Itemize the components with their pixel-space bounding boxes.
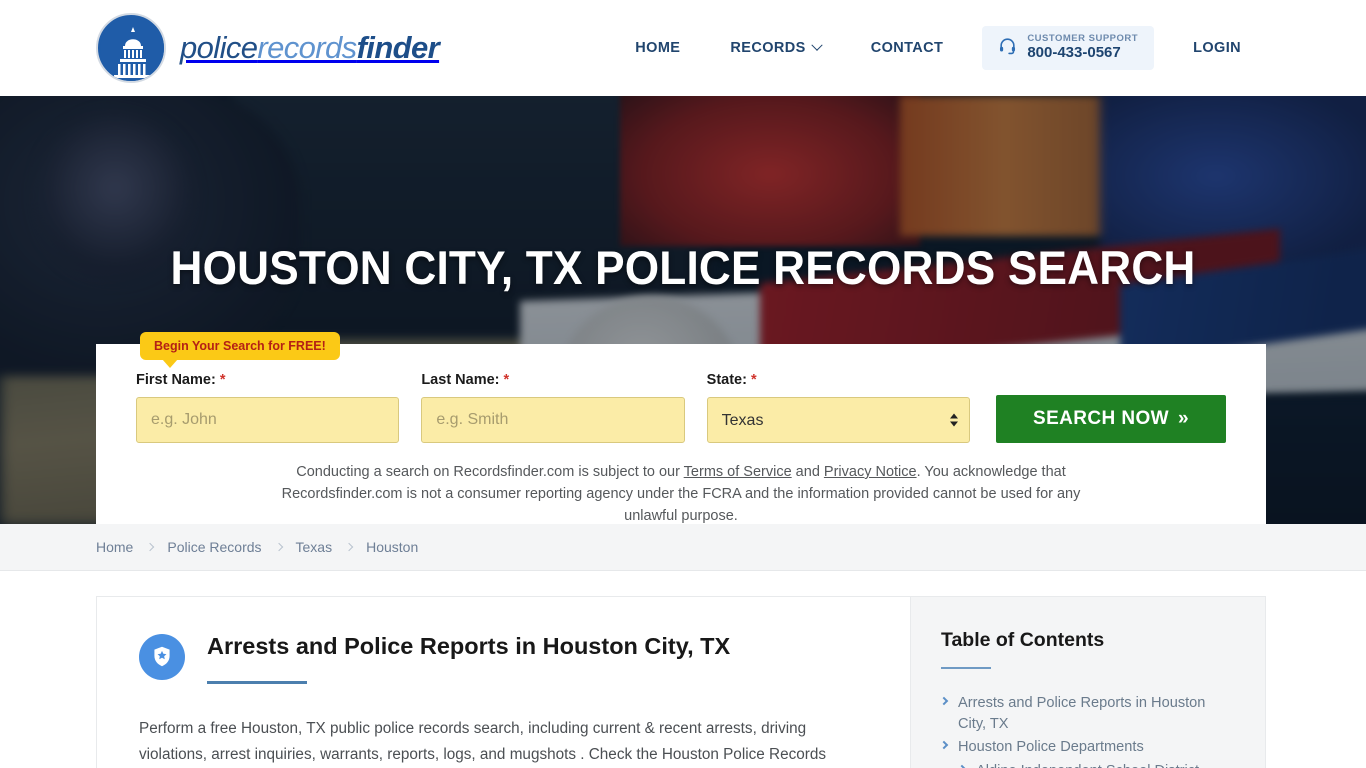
nav-home[interactable]: HOME [610,40,705,56]
headset-icon [998,36,1017,60]
breadcrumb-separator-icon [274,542,283,551]
state-field-group: State: * Texas [706,372,970,443]
nav-contact[interactable]: CONTACT [846,40,969,56]
main-navigation: HOME RECORDS CONTACT CUSTOMER SUPPORT 80… [610,25,1266,71]
support-phone[interactable]: 800-433-0567 [1027,44,1138,62]
double-chevron-right-icon: » [1177,408,1189,429]
state-label: State: * [707,372,970,388]
site-logo[interactable]: policerecordsfinder [96,13,440,83]
nav-login-label: LOGIN [1193,40,1241,56]
breadcrumb-separator-icon [146,542,155,551]
last-name-label-text: Last Name: [421,372,500,388]
title-accent-bar [207,681,307,685]
first-name-label: First Name: * [136,372,399,388]
first-name-label-text: First Name: [136,372,216,388]
breadcrumb: Home Police Records Texas Houston [0,524,1366,571]
nav-records-label: RECORDS [730,40,806,56]
first-name-required-mark: * [219,372,226,388]
capitol-dome-icon [96,13,166,83]
breadcrumb-item-home[interactable]: Home [96,539,133,555]
section-paragraph: Perform a free Houston, TX public police… [139,720,826,764]
search-disclaimer: Conducting a search on Recordsfinder.com… [266,461,1096,524]
logo-text-finder: finder [356,30,440,65]
last-name-field-group: Last Name: * [421,372,685,443]
chevron-right-icon [939,696,949,706]
logo-text-records: records [257,30,357,65]
breadcrumb-item-houston[interactable]: Houston [366,539,418,555]
first-name-input[interactable] [136,397,400,443]
chevron-down-icon [811,39,823,51]
toc-list: Arrests and Police Reports in Houston Ci… [939,693,1235,768]
last-name-required-mark: * [503,372,510,388]
breadcrumb-separator-icon [344,542,354,551]
terms-of-service-link[interactable]: Terms of Service [684,464,792,480]
chevron-right-icon [939,741,949,750]
toc-item-arrests-and-police-reports[interactable]: Arrests and Police Reports in Houston Ci… [939,693,1235,734]
hero-banner: HOUSTON CITY, TX POLICE RECORDS SEARCH B… [0,96,1366,524]
toc-item-label: Houston Police Departments [958,739,1144,756]
nav-records[interactable]: RECORDS [705,39,845,56]
main-content-column: Arrests and Police Reports in Houston Ci… [96,596,910,768]
disclaimer-text-2: and [791,464,824,480]
state-label-text: State: [706,372,747,388]
breadcrumb-item-texas[interactable]: Texas [296,539,333,555]
toc-item-houston-police-departments[interactable]: Houston Police Departments [939,737,1235,758]
toc-item-aldine-independent-school-district[interactable]: Aldine Independent School District [941,761,1235,768]
sidebar-table-of-contents: Table of Contents Arrests and Police Rep… [910,596,1266,768]
last-name-label: Last Name: * [421,372,684,388]
section-title: Arrests and Police Reports in Houston Ci… [207,633,731,659]
last-name-input[interactable] [421,397,685,443]
content-area: Arrests and Police Reports in Houston Ci… [0,571,1366,768]
breadcrumb-item-police-records[interactable]: Police Records [167,539,261,555]
nav-contact-label: CONTACT [870,40,944,56]
state-required-mark: * [750,372,757,388]
first-name-field-group: First Name: * [136,372,400,443]
privacy-notice-link[interactable]: Privacy Notice [824,464,917,480]
disclaimer-text-1: Conducting a search on Recordsfinder.com… [296,464,684,480]
toc-item-label: Aldine Independent School District [976,761,1199,768]
site-header: policerecordsfinder HOME RECORDS CONTACT [0,0,1366,96]
search-now-button[interactable]: SEARCH NOW » [995,395,1226,443]
search-form-row: First Name: * Last Name: * State: * [136,372,1226,443]
search-form-card: Begin Your Search for FREE! First Name: … [96,332,1266,524]
logo-wordmark: policerecordsfinder [180,30,440,66]
toc-title: Table of Contents [941,629,1105,651]
state-select[interactable]: Texas [706,397,970,443]
customer-support-box[interactable]: CUSTOMER SUPPORT 800-433-0567 [982,25,1155,71]
nav-login[interactable]: LOGIN [1168,40,1266,56]
nav-home-label: HOME [635,40,681,56]
search-now-label: SEARCH NOW [1033,408,1169,429]
toc-item-label: Arrests and Police Reports in Houston Ci… [958,695,1206,732]
section-header: Arrests and Police Reports in Houston Ci… [139,632,868,685]
logo-text-police: police [180,30,258,65]
support-label: CUSTOMER SUPPORT [1027,32,1139,44]
free-search-badge: Begin Your Search for FREE! [140,332,340,368]
toc-accent-bar [941,667,991,669]
police-badge-icon [139,634,185,680]
page-title: HOUSTON CITY, TX POLICE RECORDS SEARCH [170,241,1196,294]
